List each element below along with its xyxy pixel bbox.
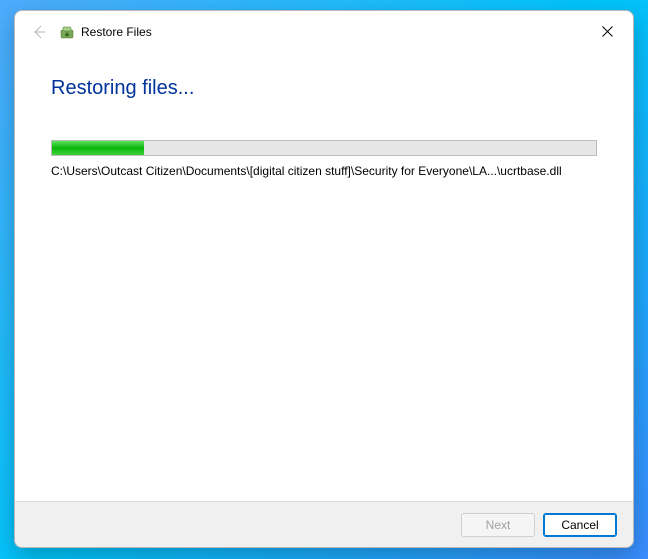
restore-files-icon bbox=[59, 24, 75, 40]
progress-bar bbox=[51, 140, 597, 156]
page-heading: Restoring files... bbox=[51, 77, 597, 100]
window-title: Restore Files bbox=[81, 25, 152, 39]
titlebar: Restore Files bbox=[15, 11, 633, 53]
progress-fill bbox=[52, 141, 144, 155]
back-arrow-icon bbox=[31, 24, 47, 40]
content-area: Restoring files... C:\Users\Outcast Citi… bbox=[15, 53, 633, 501]
close-icon bbox=[602, 26, 613, 37]
current-file-path: C:\Users\Outcast Citizen\Documents\[digi… bbox=[51, 164, 597, 178]
dialog-footer: Next Cancel bbox=[15, 501, 633, 547]
dialog-window: Restore Files Restoring files... C:\User… bbox=[14, 10, 634, 548]
cancel-button[interactable]: Cancel bbox=[543, 513, 617, 537]
close-button[interactable] bbox=[589, 17, 625, 45]
next-button: Next bbox=[461, 513, 535, 537]
back-button bbox=[29, 22, 49, 42]
